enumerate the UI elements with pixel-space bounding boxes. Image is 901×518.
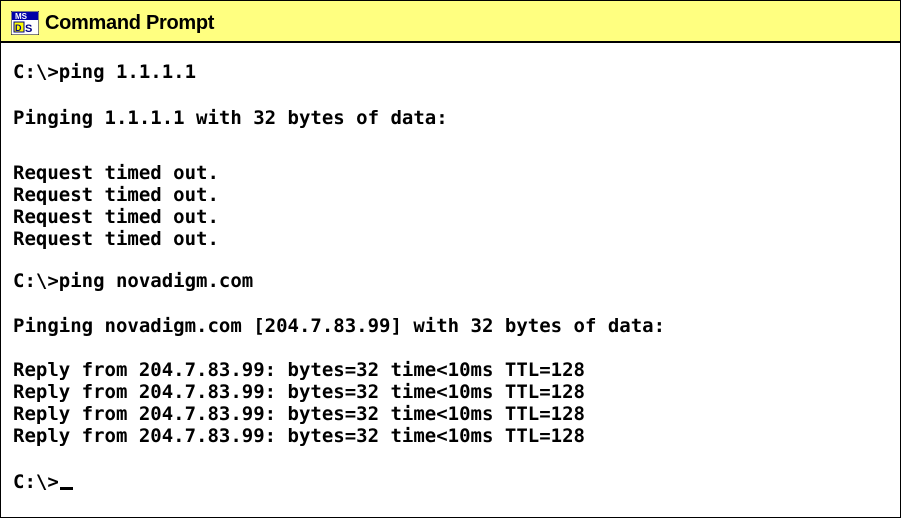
console-output[interactable]: C:\>ping 1.1.1.1 Pinging 1.1.1.1 with 32… — [13, 61, 893, 511]
svg-text:D: D — [15, 23, 22, 33]
svg-text:S: S — [25, 23, 32, 35]
console-line: Request timed out. — [13, 162, 219, 184]
console-line: Request timed out. — [13, 184, 219, 206]
ms-dos-icon: MS S D — [11, 11, 39, 35]
console-line: Pinging novadigm.com [204.7.83.99] with … — [13, 315, 666, 337]
window-title: Command Prompt — [45, 12, 215, 34]
console-line: Request timed out. — [13, 206, 219, 228]
console-line: C:\>ping 1.1.1.1 — [13, 61, 197, 83]
svg-text:MS: MS — [15, 12, 28, 21]
command-prompt-window: MS S D Command Prompt C:\>ping 1.1.1.1 P… — [0, 0, 901, 518]
text-cursor — [59, 487, 73, 490]
console-line: C:\>ping novadigm.com — [13, 270, 254, 292]
console-line: Request timed out. — [13, 228, 219, 250]
console-line: Reply from 204.7.83.99: bytes=32 time<10… — [13, 359, 585, 381]
console-line: Reply from 204.7.83.99: bytes=32 time<10… — [13, 403, 585, 425]
prompt-text: C:\> — [13, 471, 59, 493]
console-line: Reply from 204.7.83.99: bytes=32 time<10… — [13, 425, 585, 447]
prompt-line[interactable]: C:\> — [13, 471, 73, 493]
title-bar[interactable]: MS S D Command Prompt — [1, 1, 900, 43]
console-line: Reply from 204.7.83.99: bytes=32 time<10… — [13, 381, 585, 403]
console-line: Pinging 1.1.1.1 with 32 bytes of data: — [13, 107, 448, 129]
